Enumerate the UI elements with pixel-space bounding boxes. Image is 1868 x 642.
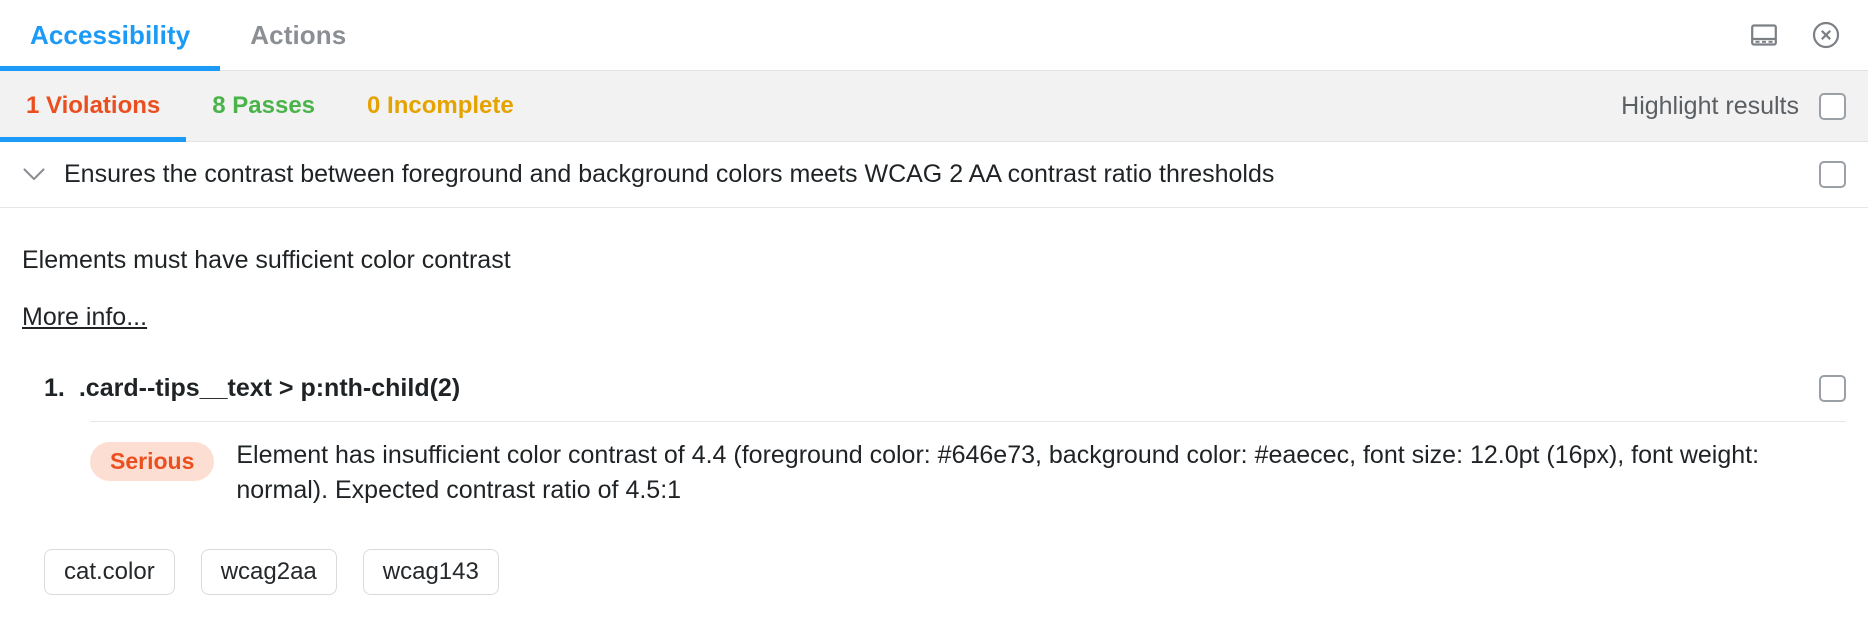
node-header: 1. .card--tips__text > p:nth-child(2) <box>22 374 1846 403</box>
top-tab-bar: Accessibility Actions <box>0 0 1868 71</box>
results-subtab-list: 1 Violations 8 Passes 0 Incomplete <box>0 71 540 141</box>
dock-panel-icon[interactable] <box>1744 15 1784 55</box>
subtab-passes-label: 8 Passes <box>212 92 315 120</box>
tab-actions-label: Actions <box>250 20 346 51</box>
subtab-passes[interactable]: 8 Passes <box>186 71 341 141</box>
tag-cat-color[interactable]: cat.color <box>44 549 175 595</box>
subtab-incomplete-label: 0 Incomplete <box>367 92 514 120</box>
subtab-violations[interactable]: 1 Violations <box>0 71 186 141</box>
node-select-checkbox[interactable] <box>1819 375 1846 402</box>
chevron-down-icon[interactable] <box>18 159 50 191</box>
tag-wcag2aa[interactable]: wcag2aa <box>201 549 337 595</box>
highlight-results-checkbox[interactable] <box>1819 93 1846 120</box>
more-info-link[interactable]: More info... <box>22 303 147 332</box>
node-failure-summary: Element has insufficient color contrast … <box>236 438 1826 507</box>
rule-body: Elements must have sufficient color cont… <box>0 208 1868 595</box>
status-badge: Serious <box>90 442 214 481</box>
node-detail: Serious Element has insufficient color c… <box>90 438 1846 507</box>
rule-header-row[interactable]: Ensures the contrast between foreground … <box>0 142 1868 208</box>
rule-select-checkbox[interactable] <box>1819 161 1846 188</box>
node-item: 1. .card--tips__text > p:nth-child(2) Se… <box>22 374 1846 507</box>
node-selector[interactable]: .card--tips__text > p:nth-child(2) <box>79 374 460 403</box>
tab-bar-actions <box>1744 0 1868 70</box>
tab-accessibility-label: Accessibility <box>30 20 190 51</box>
highlight-results-control: Highlight results <box>1621 71 1868 141</box>
close-circle-icon[interactable] <box>1806 15 1846 55</box>
tag-list: cat.color wcag2aa wcag143 <box>22 549 1846 595</box>
rule-title: Ensures the contrast between foreground … <box>64 160 1274 189</box>
node-divider <box>90 421 1846 422</box>
subtab-incomplete[interactable]: 0 Incomplete <box>341 71 540 141</box>
highlight-results-label: Highlight results <box>1621 92 1799 121</box>
tab-accessibility[interactable]: Accessibility <box>0 0 220 70</box>
tab-actions[interactable]: Actions <box>220 0 376 70</box>
accessibility-panel: Accessibility Actions <box>0 0 1868 642</box>
tab-list: Accessibility Actions <box>0 0 376 70</box>
subtab-violations-label: 1 Violations <box>26 92 160 120</box>
tag-wcag143[interactable]: wcag143 <box>363 549 499 595</box>
node-index: 1. <box>44 374 65 403</box>
results-summary-bar: 1 Violations 8 Passes 0 Incomplete Highl… <box>0 71 1868 142</box>
rule-description: Elements must have sufficient color cont… <box>22 208 1846 275</box>
